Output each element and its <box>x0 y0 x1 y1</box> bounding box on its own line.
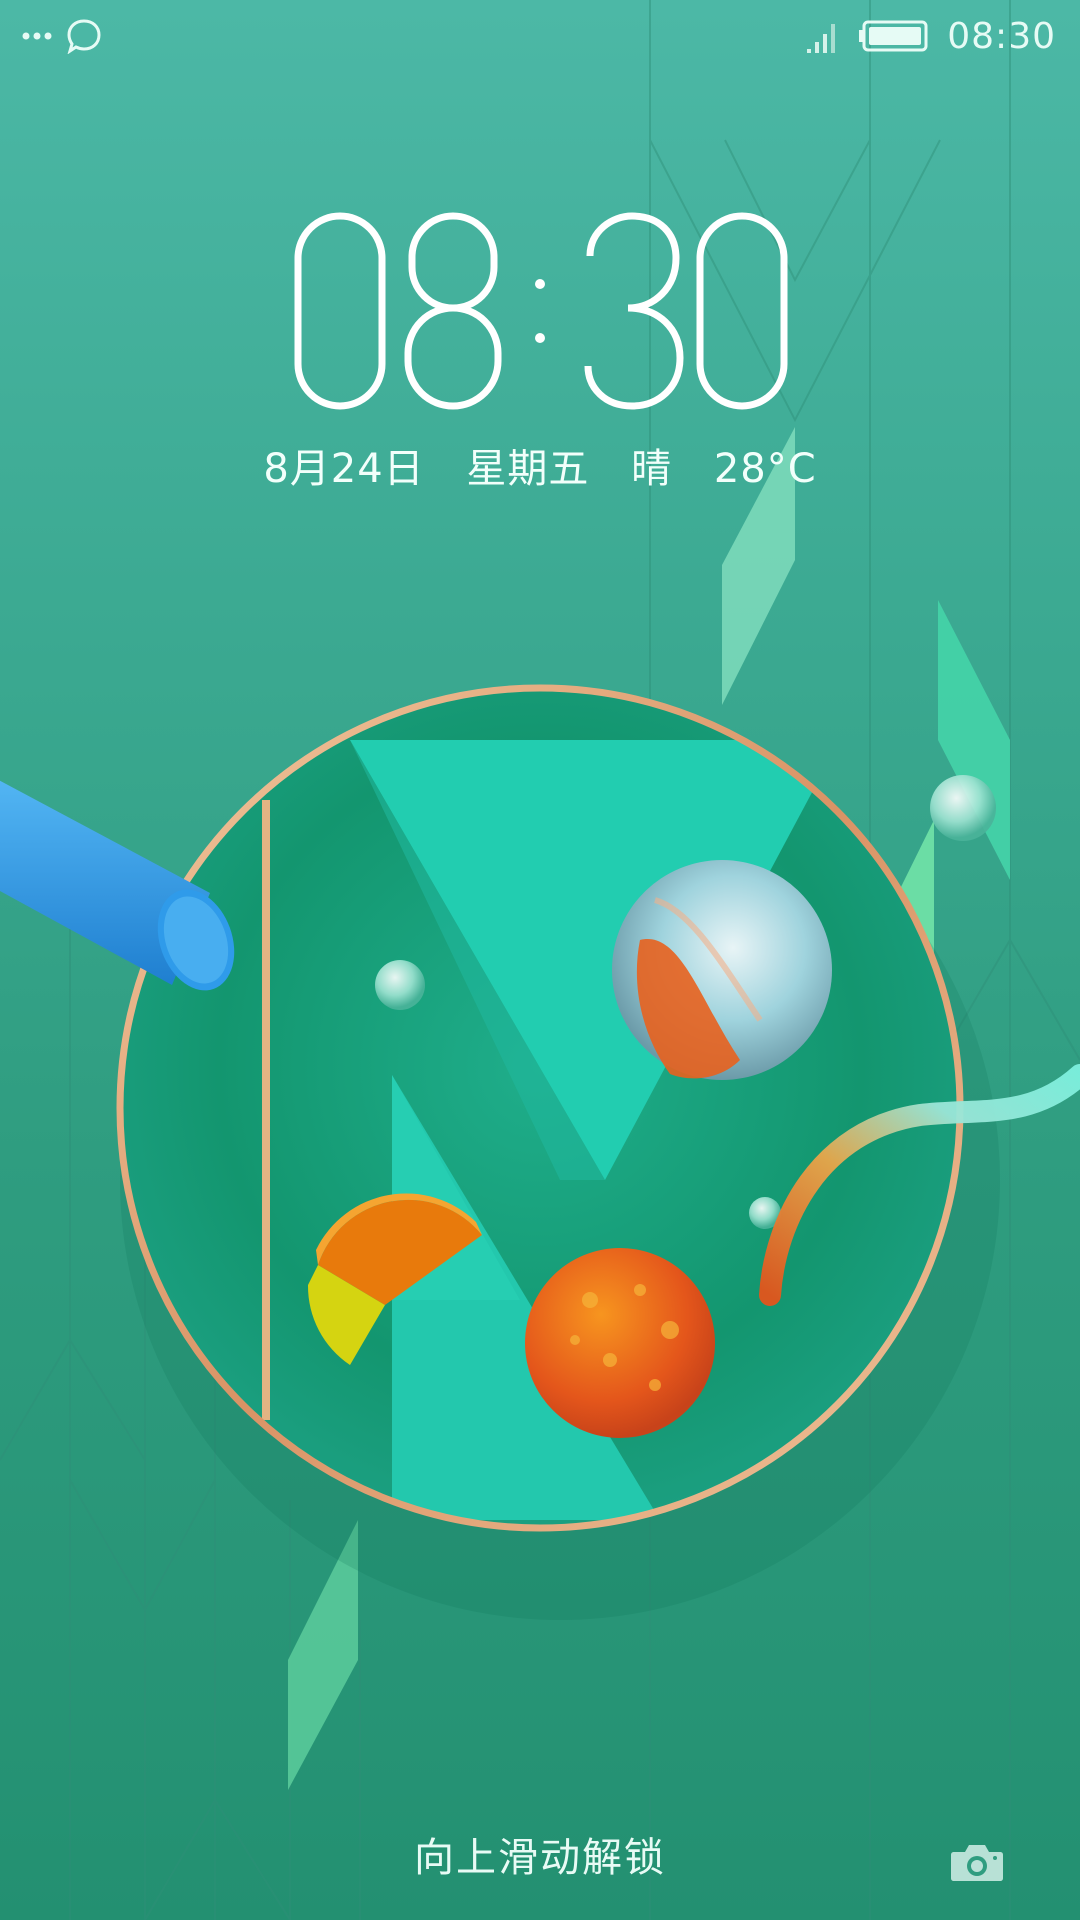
chat-bubble-icon <box>67 19 101 54</box>
weekday-text: 星期五 <box>466 446 590 492</box>
date-weather-line: 8月24日 星期五 晴 28°C <box>0 436 1080 494</box>
date-text: 8月24日 <box>263 446 425 492</box>
battery-icon <box>859 20 928 52</box>
clock-digits <box>294 212 788 410</box>
status-bar: 08:30 <box>0 0 1080 72</box>
more-dots-icon <box>22 32 52 40</box>
swipe-unlock-hint[interactable]: 向上滑动解锁 <box>0 1825 1080 1883</box>
status-bar-left <box>22 14 102 58</box>
status-bar-right: 08:30 <box>807 14 1056 58</box>
weather-text: 晴 <box>631 446 673 492</box>
status-time: 08:30 <box>947 15 1056 57</box>
signal-icon <box>807 24 836 53</box>
temperature-text: 28°C <box>713 446 817 492</box>
camera-icon[interactable] <box>950 1842 1004 1882</box>
lockscreen-clock: 08 30 <box>0 196 1080 426</box>
